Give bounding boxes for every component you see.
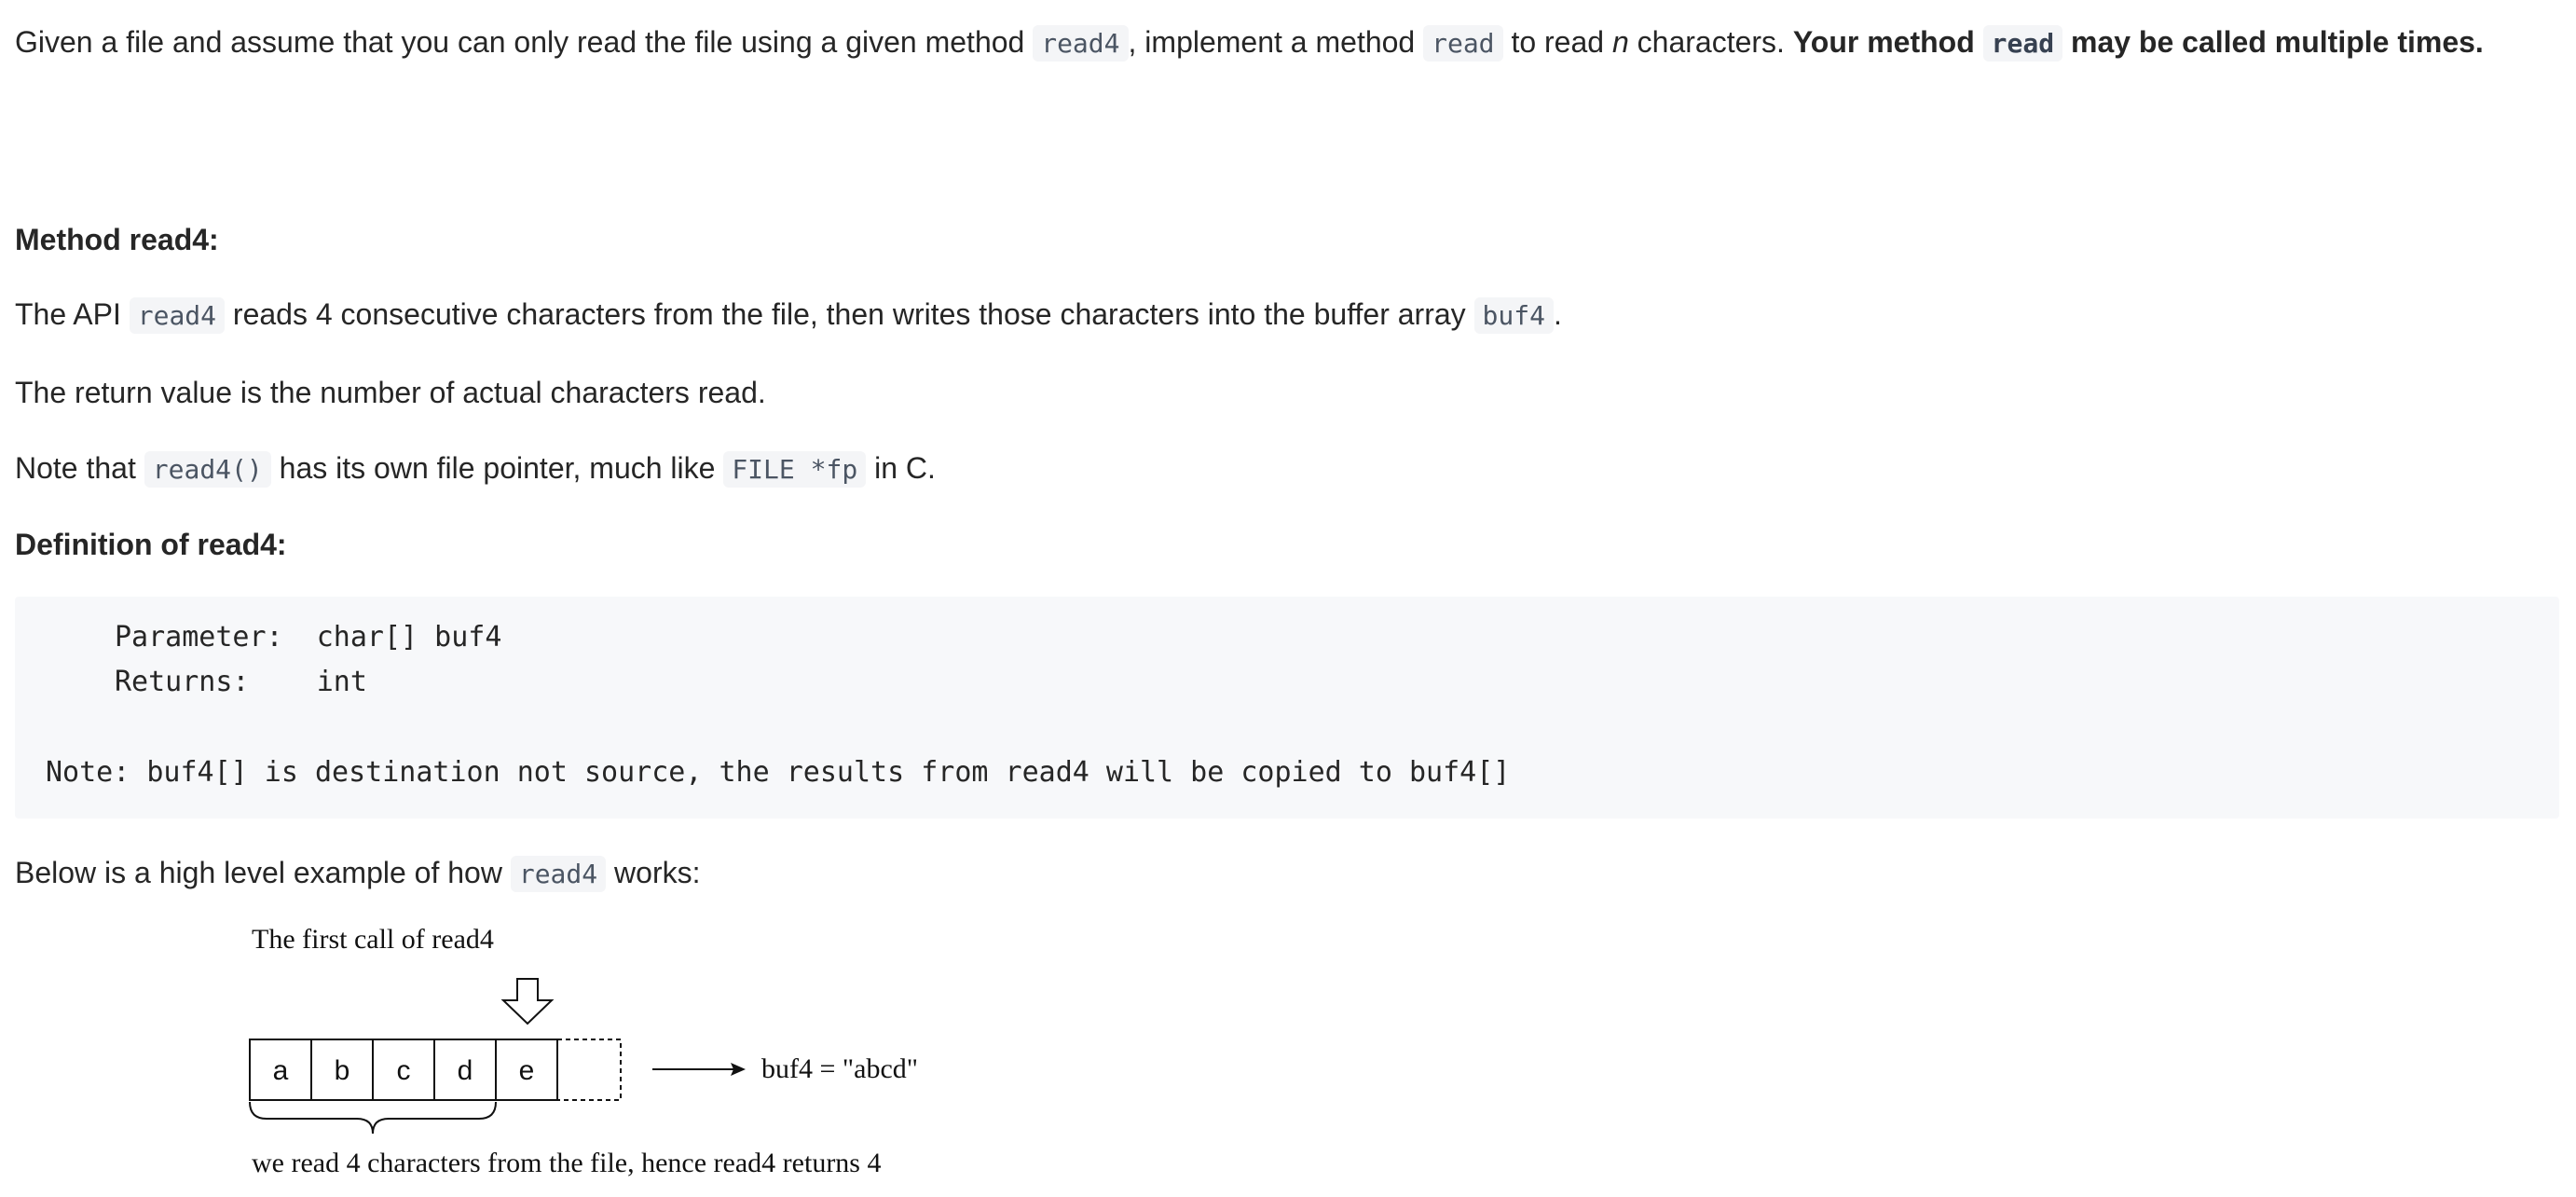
file-pointer-paragraph: Note that read4() has its own file point… [15, 445, 936, 493]
code-parameter-line: Parameter: char[] buf4 [115, 621, 502, 654]
intro-text-2: , implement a method [1128, 25, 1424, 59]
file-cells: a b c d e [249, 1039, 622, 1101]
intro-text-1: Given a file and assume that you can onl… [15, 25, 1034, 59]
figure-caption: we read 4 characters from the file, henc… [252, 1148, 881, 1178]
intro-text-3: to read [1502, 25, 1612, 59]
problem-description: Given a file and assume that you can onl… [0, 0, 2576, 1197]
definition-code-block: Parameter: char[] buf4 Returns: int Note… [15, 597, 2559, 819]
read-bold-code: read [1982, 25, 2063, 62]
file-cell-label: c [397, 1055, 411, 1086]
curly-brace-icon [249, 1101, 497, 1135]
read4-code: read4 [129, 297, 226, 334]
example-text-1: Below is a high level example of how [15, 856, 511, 889]
note-text-3: in C. [866, 451, 936, 485]
example-paragraph: Below is a high level example of how rea… [15, 849, 700, 898]
definition-heading: Definition of read4: [15, 528, 287, 561]
intro-bold-2: may be called multiple times. [2062, 25, 2484, 59]
intro-paragraph: Given a file and assume that you can onl… [15, 19, 2559, 67]
n-variable: n [1611, 25, 1629, 59]
api-text-2: reads 4 consecutive characters from the … [225, 297, 1474, 331]
read4-call-code: read4() [144, 451, 271, 488]
read4-example-figure: The first call of read4 a b c d e buf4 =… [0, 895, 1025, 1197]
note-text-2: has its own file pointer, much like [270, 451, 724, 485]
read4-code: read4 [510, 856, 607, 892]
intro-bold-note: Your method read may be called multiple … [1792, 25, 2484, 62]
read4-diagram: The first call of read4 a b c d e buf4 =… [249, 924, 918, 1178]
file-cell-label: b [335, 1055, 350, 1086]
file-cell-label: d [458, 1055, 473, 1086]
code-note-line: Note: buf4[] is destination not source, … [46, 756, 1511, 789]
api-paragraph: The API read4 reads 4 consecutive charac… [15, 291, 1562, 339]
api-text-3: . [1553, 297, 1562, 331]
file-cell-label: a [273, 1055, 289, 1086]
figure-title: The first call of read4 [252, 924, 494, 955]
read-code: read [1423, 25, 1503, 62]
intro-bold-1: Your method [1792, 25, 1983, 59]
file-cell-label: e [519, 1055, 535, 1086]
code-returns-line: Returns: int [115, 666, 367, 698]
method-heading: Method read4: [15, 223, 219, 256]
buf4-code: buf4 [1473, 297, 1554, 334]
file-pointer-code: FILE *fp [723, 451, 867, 488]
note-text-1: Note that [15, 451, 144, 485]
read4-code: read4 [1033, 25, 1129, 62]
buf4-result: buf4 = "abcd" [761, 1053, 918, 1084]
api-text-1: The API [15, 297, 130, 331]
intro-text-4: characters. [1628, 25, 1793, 59]
down-arrow-icon [500, 978, 555, 1025]
return-paragraph: The return value is the number of actual… [15, 376, 766, 409]
example-text-2: works: [606, 856, 701, 889]
empty-file-cell [556, 1039, 622, 1101]
